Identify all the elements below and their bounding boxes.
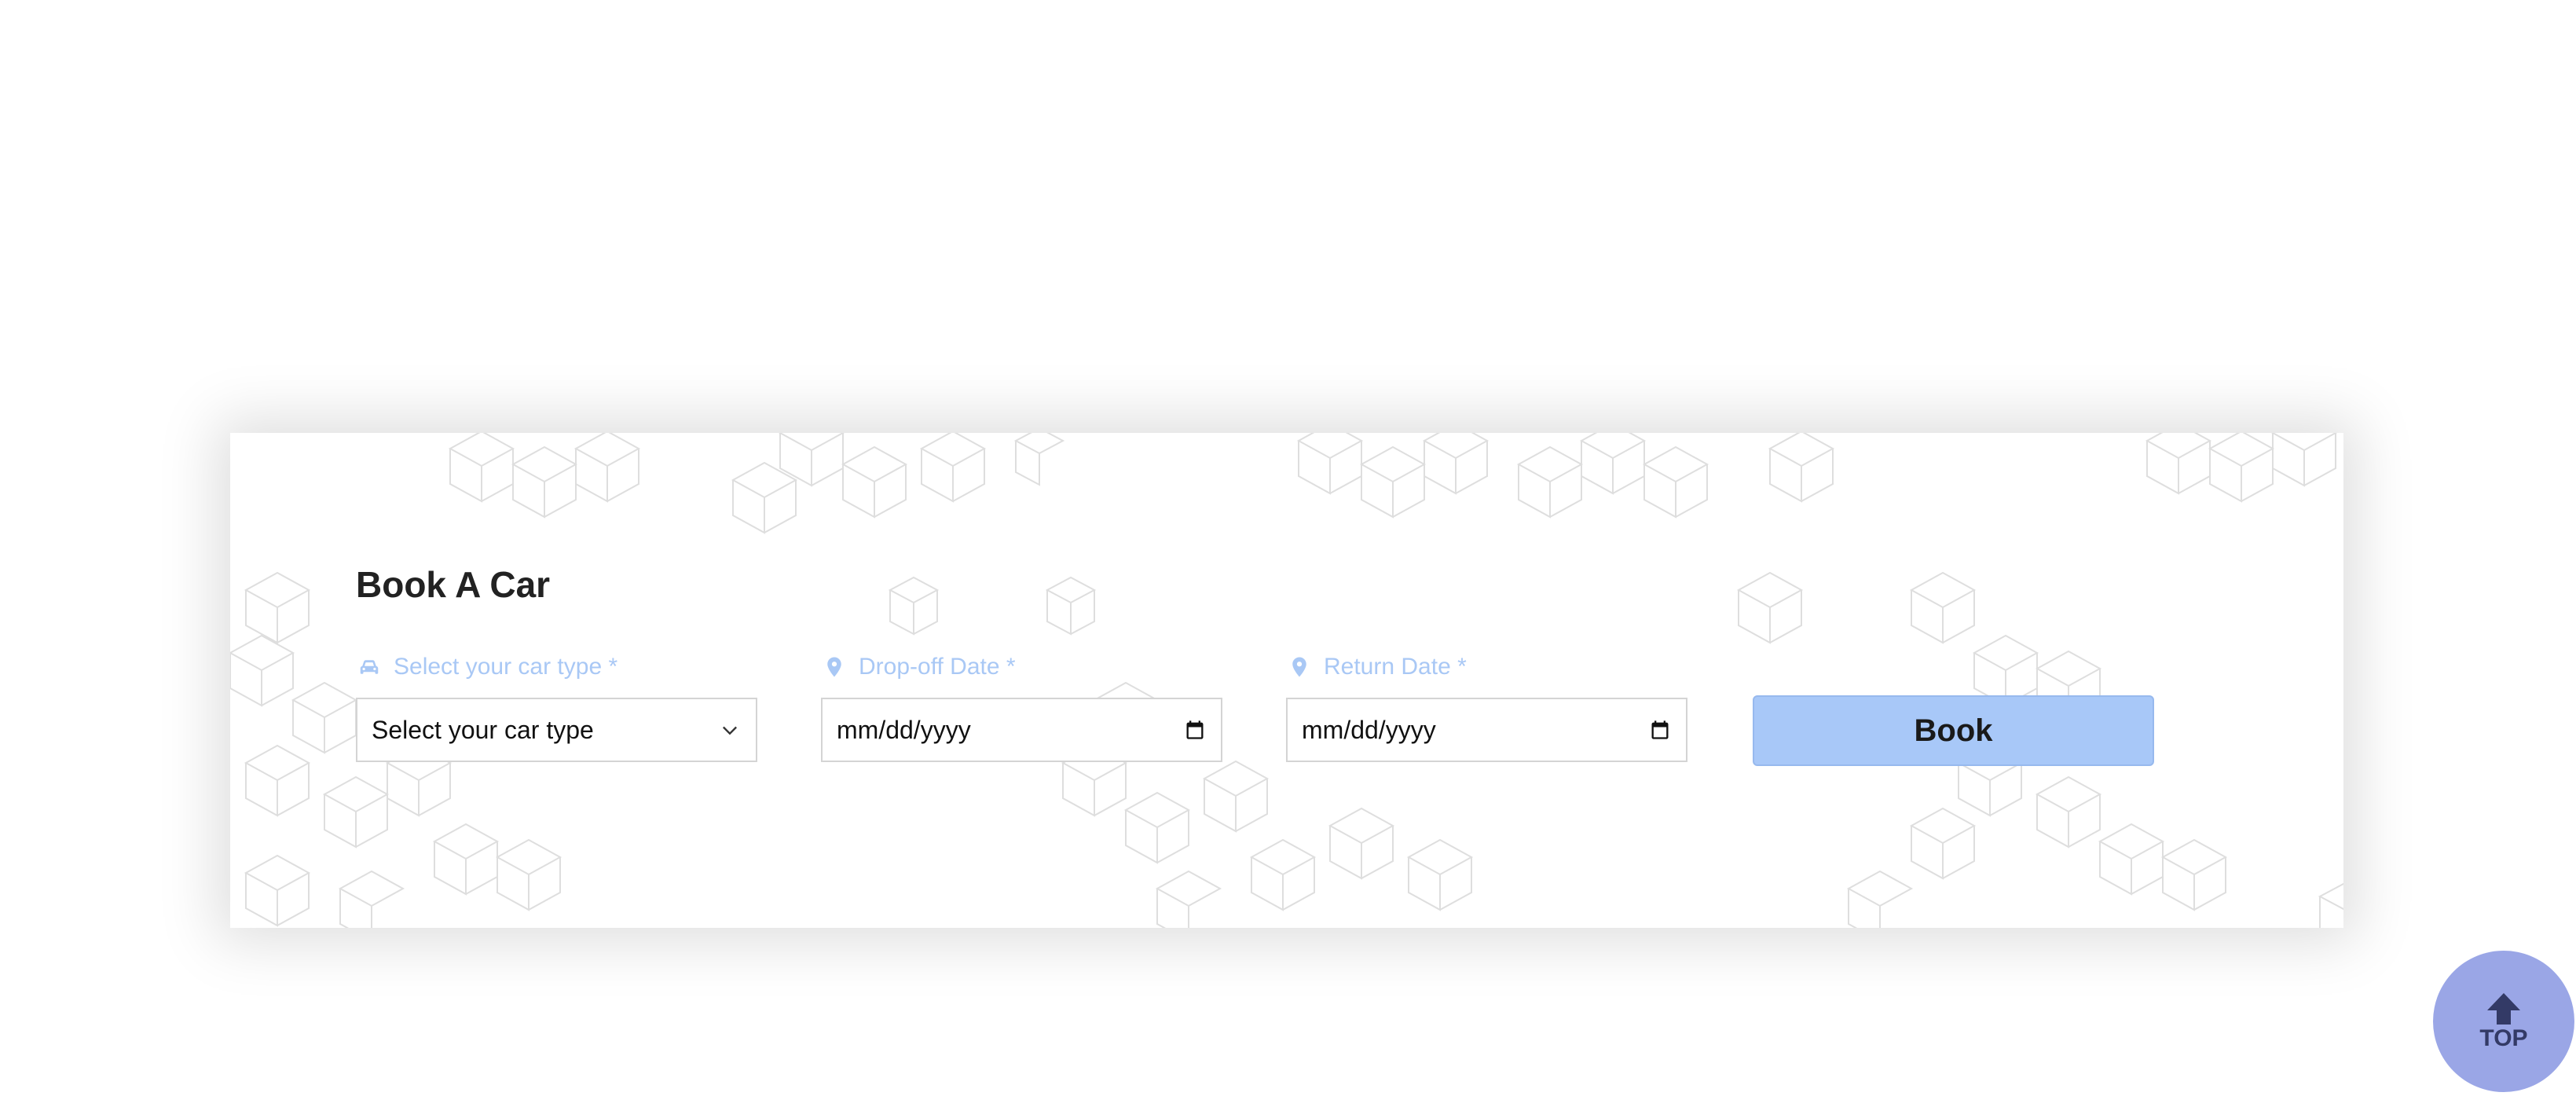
dropoff-date-value: mm/dd/yyyy xyxy=(837,715,971,744)
scroll-top-button[interactable]: TOP xyxy=(2433,951,2574,1092)
scroll-top-label: TOP xyxy=(2479,1025,2528,1051)
return-date-label-text: Return Date * xyxy=(1324,654,1467,680)
booking-card: Book A Car Select your car type * Select… xyxy=(230,433,2343,928)
calendar-icon[interactable] xyxy=(1183,718,1207,742)
page: Book A Car Select your car type * Select… xyxy=(0,0,2576,1107)
chevron-down-icon xyxy=(718,718,742,742)
calendar-icon[interactable] xyxy=(1648,718,1672,742)
map-pin-icon xyxy=(821,654,848,680)
book-button[interactable]: Book xyxy=(1753,695,2154,766)
return-date-value: mm/dd/yyyy xyxy=(1302,715,1436,744)
car-type-label: Select your car type * xyxy=(356,650,617,684)
dropoff-date-label: Drop-off Date * xyxy=(821,650,1016,684)
map-pin-icon xyxy=(1286,654,1313,680)
car-type-value: Select your car type xyxy=(372,715,594,744)
booking-title: Book A Car xyxy=(356,564,551,605)
car-type-label-text: Select your car type * xyxy=(394,654,618,680)
dropoff-date-input[interactable]: mm/dd/yyyy xyxy=(821,698,1222,762)
car-icon xyxy=(356,654,383,680)
car-type-select[interactable]: Select your car type xyxy=(356,698,757,762)
return-date-input[interactable]: mm/dd/yyyy xyxy=(1286,698,1687,762)
dropoff-date-label-text: Drop-off Date * xyxy=(859,654,1016,680)
arrow-up-icon xyxy=(2486,992,2522,1026)
return-date-label: Return Date * xyxy=(1286,650,1467,684)
